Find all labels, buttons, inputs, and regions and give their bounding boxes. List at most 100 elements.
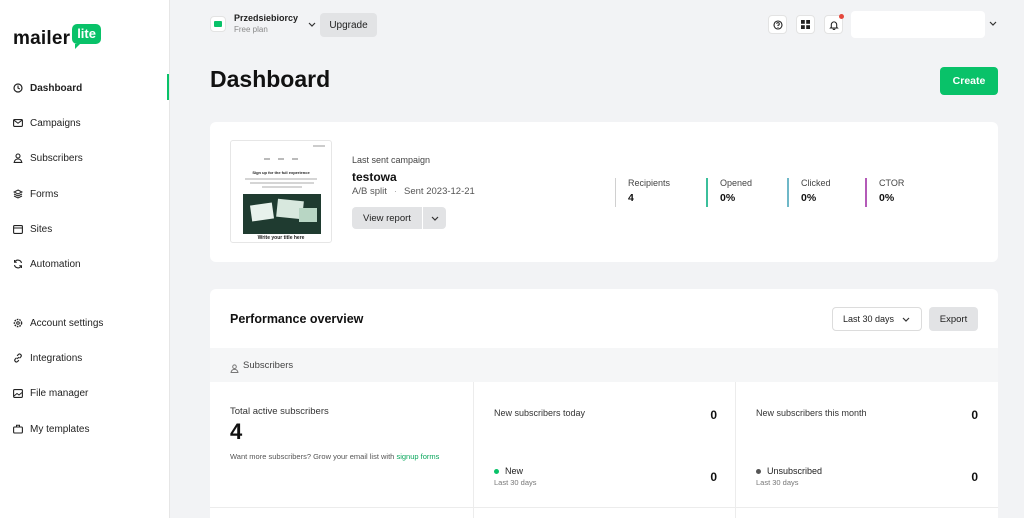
section-label: Subscribers <box>243 360 294 371</box>
user-icon <box>12 153 23 164</box>
legend-new: New <box>494 466 523 476</box>
sidebar-item-campaigns[interactable]: Campaigns <box>12 115 162 131</box>
signup-forms-link[interactable]: signup forms <box>396 452 439 461</box>
campaign-type: A/B split <box>352 186 387 197</box>
total-subscribers-value: 4 <box>230 419 243 444</box>
legend-unsubscribed-period: Last 30 days <box>756 478 799 487</box>
sidebar-item-file-manager[interactable]: File manager <box>12 385 162 401</box>
dashboard-icon <box>12 83 23 94</box>
chevron-down-icon[interactable] <box>989 18 997 28</box>
campaign-thumbnail[interactable]: Sign up for the full experience Write yo… <box>230 140 332 243</box>
stat-value: 4 <box>628 192 634 204</box>
last-sent-label: Last sent campaign <box>352 155 431 165</box>
view-report-dropdown[interactable] <box>423 207 446 229</box>
total-subscribers-label: Total active subscribers <box>230 406 329 417</box>
new-month-label: New subscribers this month <box>756 408 867 418</box>
campaign-meta: A/B split · Sent 2023-12-21 <box>352 186 475 197</box>
layers-icon <box>12 189 23 200</box>
sidebar-item-sites[interactable]: Sites <box>12 221 162 237</box>
chevron-down-icon <box>902 315 910 324</box>
user-icon <box>230 360 239 378</box>
stat-recipients: Recipients 4 <box>615 178 670 207</box>
legend-new-period: Last 30 days <box>494 478 537 487</box>
account-info: Przedsiebiorcy Free plan <box>234 13 298 34</box>
sidebar-item-automation[interactable]: Automation <box>12 256 162 272</box>
bell-icon[interactable] <box>824 14 844 34</box>
account-name: Przedsiebiorcy <box>234 13 299 23</box>
stat-clicked: Clicked 0% <box>787 178 831 207</box>
sidebar-item-label: Integrations <box>30 352 83 364</box>
legend-unsubscribed-label: Unsubscribed <box>767 466 823 476</box>
page-title: Dashboard <box>210 66 331 92</box>
logo-badge: lite <box>72 24 101 49</box>
new-today-label: New subscribers today <box>494 408 586 418</box>
create-button[interactable]: Create <box>940 67 998 95</box>
refresh-icon <box>12 259 23 270</box>
link-icon <box>12 353 23 364</box>
last-campaign-card: Sign up for the full experience Write yo… <box>210 122 998 262</box>
thumbnail-image <box>243 194 321 234</box>
sidebar-item-label: Dashboard <box>30 82 83 94</box>
legend-unsubscribed: Unsubscribed <box>756 466 822 476</box>
sidebar-item-label: Campaigns <box>30 117 81 129</box>
sidebar-item-label: My templates <box>30 423 90 435</box>
stat-opened: Opened 0% <box>706 178 752 207</box>
sidebar-item-label: Subscribers <box>30 152 83 164</box>
new-today-value: 0 <box>710 408 717 422</box>
performance-overview-card: Performance overview Last 30 days Export… <box>210 289 998 518</box>
legend-swatch <box>494 468 499 474</box>
stat-ctor: CTOR 0% <box>865 178 904 207</box>
legend-new-label: New <box>505 466 524 476</box>
chevron-down-icon <box>308 19 316 29</box>
chevron-down-icon <box>431 216 438 221</box>
upgrade-button[interactable]: Upgrade <box>320 13 377 37</box>
sidebar-item-label: Account settings <box>30 317 104 329</box>
stat-value: 0% <box>879 192 895 204</box>
browser-icon <box>12 224 23 235</box>
thumbnail-heading: Sign up for the full experience <box>252 170 310 175</box>
sidebar-item-my-templates[interactable]: My templates <box>12 421 162 437</box>
stat-label: CTOR <box>879 178 905 188</box>
divider <box>210 507 998 508</box>
month-subscribers-panel: New subscribers this month 0 Unsubscribe… <box>736 382 998 518</box>
hint-text: Want more subscribers? Grow your email l… <box>230 452 397 461</box>
help-icon[interactable] <box>768 15 787 34</box>
apps-icon[interactable] <box>796 15 815 34</box>
logo-text: mailer <box>13 28 71 49</box>
sidebar-item-label: Automation <box>30 258 81 270</box>
date-range-select[interactable]: Last 30 days <box>832 307 922 331</box>
campaign-name[interactable]: testowa <box>352 170 397 184</box>
briefcase-icon <box>12 424 23 435</box>
date-range-value: Last 30 days <box>843 314 895 324</box>
sidebar-item-label: Sites <box>30 223 53 235</box>
sidebar-item-subscribers[interactable]: Subscribers <box>12 150 162 166</box>
campaign-sent-date: Sent 2023-12-21 <box>404 186 475 197</box>
subscribers-section-header: Subscribers <box>210 348 998 382</box>
legend-swatch <box>756 468 761 474</box>
mail-icon <box>12 118 23 129</box>
new-subscribers-panel: New subscribers today 0 New Last 30 days… <box>474 382 735 518</box>
sidebar: mailer lite Dashboard Campaigns Subscrib… <box>0 0 170 518</box>
active-nav-indicator <box>167 74 169 100</box>
export-button[interactable]: Export <box>929 307 978 331</box>
sidebar-item-account-settings[interactable]: Account settings <box>12 315 162 331</box>
stat-label: Recipients <box>628 178 671 188</box>
new-month-value: 0 <box>971 408 978 422</box>
sidebar-item-integrations[interactable]: Integrations <box>12 350 162 366</box>
account-switcher[interactable]: Przedsiebiorcy Free plan <box>210 13 316 34</box>
mailerlite-logo[interactable]: mailer lite <box>13 24 101 50</box>
total-subscribers-panel: Total active subscribers 4 Want more sub… <box>210 382 473 518</box>
performance-title: Performance overview <box>230 312 364 326</box>
thumbnail-footer: Write your title here <box>257 235 305 241</box>
notification-dot <box>839 14 844 19</box>
stat-value: 0% <box>801 192 817 204</box>
sidebar-item-forms[interactable]: Forms <box>12 186 162 202</box>
grow-list-hint: Want more subscribers? Grow your email l… <box>230 452 450 462</box>
stat-value: 0% <box>720 192 736 204</box>
sidebar-item-dashboard[interactable]: Dashboard <box>12 80 162 96</box>
view-report-button[interactable]: View report <box>352 207 422 229</box>
sidebar-item-label: Forms <box>30 188 59 200</box>
user-menu[interactable] <box>851 11 985 38</box>
new-value: 0 <box>710 470 717 484</box>
stat-label: Clicked <box>801 178 831 188</box>
